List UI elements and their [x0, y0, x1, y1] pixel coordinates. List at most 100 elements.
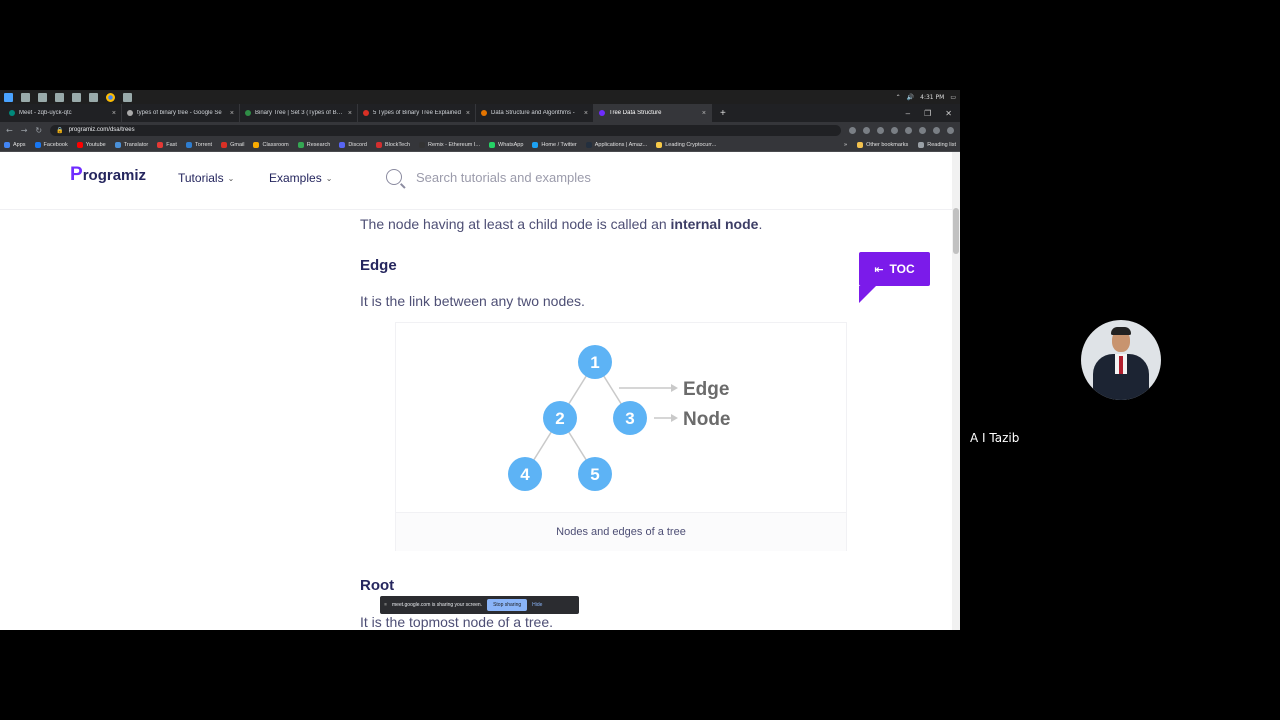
tab-label: 5 Types of Binary Tree Explained — [373, 110, 461, 116]
clock[interactable]: 4:31 PM — [920, 94, 944, 101]
windows-taskbar: ⌃ 🔊 4:31 PM ▭ — [0, 90, 960, 104]
bookmark-facebook[interactable]: Facebook — [34, 141, 68, 148]
new-tab-button[interactable]: + — [712, 104, 734, 122]
restore-icon[interactable]: ❐ — [924, 109, 931, 118]
browser-tab[interactable]: Data Structure and Algorithms - × — [476, 104, 594, 122]
search-input[interactable]: Search tutorials and examples — [416, 170, 591, 185]
bookmark-label: Discord — [348, 141, 367, 148]
forward-icon[interactable]: → — [21, 126, 28, 135]
browser-tab-strip: Meet - zqb-uyck-qtc × types of binary tr… — [0, 104, 960, 122]
window-controls: – ❐ ✕ — [906, 104, 960, 122]
bookmark-label: Translator — [123, 141, 149, 148]
drag-handle-icon[interactable]: ⏸ — [384, 602, 387, 609]
bookmark-fast[interactable]: Fast — [157, 141, 177, 148]
scrollbar-thumb[interactable] — [953, 208, 959, 254]
page-scrollbar[interactable] — [952, 152, 960, 630]
chrome-icon[interactable] — [106, 92, 115, 102]
reading-list[interactable]: Reading list — [918, 141, 956, 148]
gmail-icon — [221, 141, 228, 148]
stop-sharing-button[interactable]: Stop sharing — [487, 599, 528, 611]
classroom-icon — [253, 141, 260, 148]
paragraph-text: . — [758, 216, 763, 232]
reading-list-icon — [918, 141, 925, 148]
bookmark-torrent[interactable]: Torrent — [185, 141, 212, 148]
site-search[interactable]: Search tutorials and examples — [386, 169, 591, 185]
extension-icons — [849, 126, 954, 134]
programiz-logo[interactable]: Programiz — [70, 164, 146, 186]
toc-button[interactable]: ⇤ TOC — [859, 252, 930, 303]
tree-diagram: 1 2 3 4 5 Edge Node — [508, 345, 731, 491]
app-icon[interactable] — [123, 92, 132, 102]
search-icon[interactable] — [21, 92, 30, 102]
arrow-left-bracket-icon: ⇤ — [874, 262, 884, 276]
bookmark-twitter[interactable]: Home / Twitter — [532, 141, 577, 148]
bookmark-classroom[interactable]: Classroom — [253, 141, 289, 148]
bookmark-gmail[interactable]: Gmail — [221, 141, 245, 148]
extension-icon[interactable] — [905, 126, 912, 134]
bookmark-label: Fast — [166, 141, 177, 148]
other-bookmarks[interactable]: Other bookmarks — [857, 141, 909, 148]
bookmark-label: Other bookmarks — [866, 141, 909, 148]
bookmark-translator[interactable]: Translator — [114, 141, 149, 148]
bookmark-label: Gmail — [230, 141, 245, 148]
omnibox[interactable]: 🔒 programiz.com/dsa/trees — [50, 124, 841, 136]
share-message: meet.google.com is sharing your screen. — [392, 602, 483, 608]
reload-icon[interactable]: ↻ — [35, 126, 42, 135]
file-explorer-icon[interactable] — [72, 92, 81, 102]
browser-tab[interactable]: Meet - zqb-uyck-qtc × — [4, 104, 122, 122]
remix-icon — [419, 141, 426, 148]
close-icon[interactable]: × — [112, 110, 116, 117]
browser-tab[interactable]: types of binary tree - Google Se × — [122, 104, 240, 122]
puzzle-icon[interactable] — [919, 126, 926, 134]
task-view-icon[interactable] — [55, 92, 64, 102]
close-icon[interactable]: × — [466, 110, 470, 117]
bookmark-label: Youtube — [85, 141, 106, 148]
logo-letter: P — [70, 164, 83, 185]
edge-heading: Edge — [360, 257, 397, 274]
windows-start-icon[interactable] — [4, 92, 13, 102]
back-icon[interactable]: ← — [6, 126, 13, 135]
close-icon[interactable]: × — [230, 110, 234, 117]
bookmark-research[interactable]: Research — [297, 141, 331, 148]
blocktech-icon — [375, 141, 382, 148]
favicon-icon — [245, 110, 251, 116]
bookmark-apps[interactable]: Apps — [4, 141, 26, 148]
app-icon[interactable] — [89, 92, 98, 102]
close-window-icon[interactable]: ✕ — [945, 109, 952, 118]
zoom-icon[interactable] — [849, 126, 856, 134]
browser-tab[interactable]: 5 Types of Binary Tree Explained × — [358, 104, 476, 122]
bookmark-label: Research — [306, 141, 331, 148]
minimize-icon[interactable]: – — [906, 109, 910, 118]
close-icon[interactable]: × — [584, 110, 588, 117]
edge-label: Edge — [683, 379, 729, 400]
bookmark-amazon[interactable]: Applications | Amaz... — [585, 141, 647, 148]
chevron-down-icon: ⌄ — [227, 173, 235, 183]
close-icon[interactable]: × — [348, 110, 352, 117]
star-icon[interactable] — [877, 126, 884, 134]
notification-icon[interactable]: ▭ — [950, 94, 956, 101]
hide-button[interactable]: Hide — [532, 602, 542, 608]
bookmarks-bar: Apps Facebook Youtube Translator Fast To… — [0, 138, 960, 152]
bookmark-whatsapp[interactable]: WhatsApp — [489, 141, 523, 148]
paragraph-text: The node having at least a child node is… — [360, 216, 671, 232]
arrow-head-icon — [671, 384, 678, 392]
cortana-icon[interactable] — [38, 92, 47, 102]
examples-menu[interactable]: Examples ⌄ — [269, 171, 332, 185]
bookmark-remix[interactable]: Remix - Ethereum I... — [419, 141, 480, 148]
menu-kebab-icon[interactable] — [947, 126, 954, 134]
bookmark-blocktech[interactable]: BlockTech — [375, 141, 410, 148]
close-icon[interactable]: × — [702, 110, 706, 117]
bookmark-discord[interactable]: Discord — [339, 141, 367, 148]
eye-off-icon[interactable] — [863, 126, 870, 134]
more-bookmarks-button[interactable]: » — [844, 142, 847, 148]
bookmark-youtube[interactable]: Youtube — [76, 141, 106, 148]
bookmark-crypto[interactable]: Leading Cryptocurr... — [656, 141, 716, 148]
chevron-up-icon[interactable]: ⌃ — [896, 94, 901, 101]
bookmark-label: Facebook — [43, 141, 68, 148]
browser-tab-active[interactable]: Tree Data Structure × — [594, 104, 712, 122]
volume-icon[interactable]: 🔊 — [907, 94, 914, 101]
tutorials-menu[interactable]: Tutorials ⌄ — [178, 171, 234, 185]
browser-tab[interactable]: Binary Tree | Set 3 (Types of Bina × — [240, 104, 358, 122]
profile-avatar-icon[interactable] — [933, 126, 940, 134]
extension-icon[interactable] — [891, 126, 898, 134]
